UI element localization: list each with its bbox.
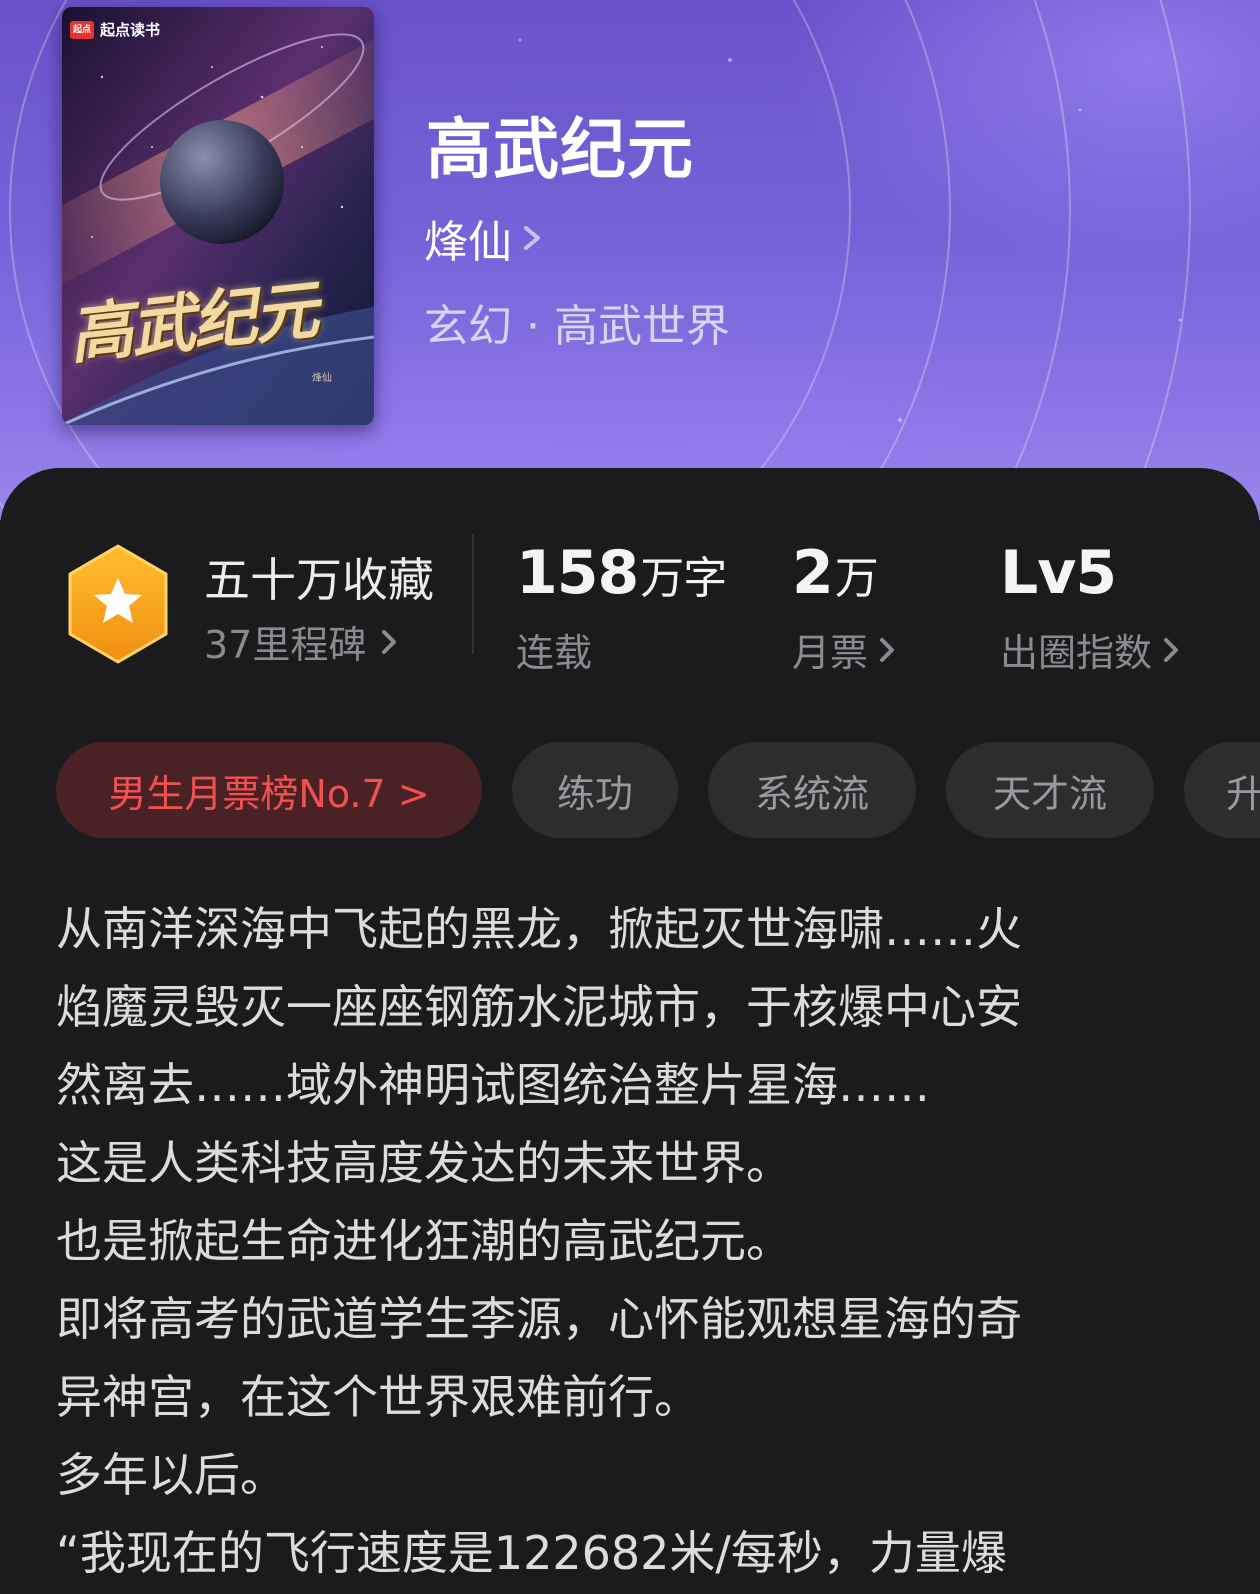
- cover-author: 烽仙: [312, 373, 332, 384]
- influence-link[interactable]: 出圈指数: [1000, 622, 1192, 677]
- monthly-ticket-count: 2万: [792, 538, 879, 608]
- monthly-ticket-unit: 万: [834, 553, 879, 604]
- book-header: 起点 起点读书 高武纪元 烽仙 高武纪元 烽仙 玄幻 · 高武世界: [0, 0, 1260, 520]
- tag-genius[interactable]: 天才流: [946, 742, 1154, 838]
- synopsis-line: 异神宫，在这个世界艰难前行。: [56, 1370, 700, 1424]
- synopsis-line: “我现在的飞行速度是122682米/每秒，力量爆: [56, 1526, 1007, 1580]
- synopsis-line: 即将高考的武道学生李源，心怀能观想星海的奇: [56, 1292, 1022, 1346]
- collection-badge-icon: [68, 544, 168, 664]
- chevron-right-icon: [1164, 637, 1179, 662]
- influence-label: 出圈指数: [1000, 631, 1153, 675]
- monthly-ticket-value: 2: [792, 538, 834, 608]
- synopsis-line: 从南洋深海中飞起的黑龙，掀起灭世海啸……火: [56, 902, 1022, 956]
- cover-brand-text: 起点读书: [100, 21, 161, 39]
- synopsis-line: 焰魔灵毁灭一座座钢筋水泥城市，于核爆中心安: [56, 980, 1022, 1034]
- synopsis-line: 然离去……域外神明试图统治整片星海……: [56, 1058, 930, 1112]
- synopsis-line: 也是掀起生命进化狂潮的高武纪元。: [56, 1214, 792, 1268]
- collection-count: 五十万收藏: [204, 553, 434, 607]
- genre-label: 玄幻 · 高武世界: [424, 301, 730, 352]
- monthly-ticket-link[interactable]: 月票: [792, 622, 908, 677]
- synopsis-line: 这是人类科技高度发达的未来世界。: [56, 1136, 792, 1190]
- author-name: 烽仙: [424, 217, 512, 268]
- word-count-value: 158: [516, 538, 639, 608]
- word-count-unit: 万字: [640, 553, 727, 604]
- synopsis-line: 多年以后。: [56, 1448, 286, 1502]
- monthly-ticket-label: 月票: [792, 631, 869, 675]
- word-count: 158万字: [516, 538, 727, 608]
- chevron-right-icon: [524, 226, 540, 250]
- book-title: 高武纪元: [426, 111, 694, 188]
- book-cover[interactable]: 起点 起点读书 高武纪元 烽仙: [62, 7, 374, 425]
- cover-brand: 起点 起点读书: [70, 19, 160, 40]
- milestone-label: 37里程碑: [204, 623, 367, 667]
- milestone-link[interactable]: 37里程碑: [204, 614, 410, 669]
- influence-level: Lv5: [1000, 538, 1117, 608]
- serial-status: 连载: [516, 631, 593, 675]
- qidian-logo-icon: 起点: [70, 20, 94, 39]
- chevron-right-icon: [382, 629, 397, 654]
- book-synopsis[interactable]: 从南洋深海中飞起的黑龙，掀起灭世海啸……火 焰魔灵毁灭一座座钢筋水泥城市，于核爆…: [56, 890, 1206, 1592]
- tag-practice[interactable]: 练功: [512, 742, 678, 838]
- chevron-right-icon: [880, 637, 895, 662]
- tag-monthly-rank[interactable]: 男生月票榜No.7 >: [56, 742, 482, 838]
- stats-divider: [472, 534, 474, 654]
- tag-system[interactable]: 系统流: [708, 742, 916, 838]
- author-link[interactable]: 烽仙: [424, 206, 552, 270]
